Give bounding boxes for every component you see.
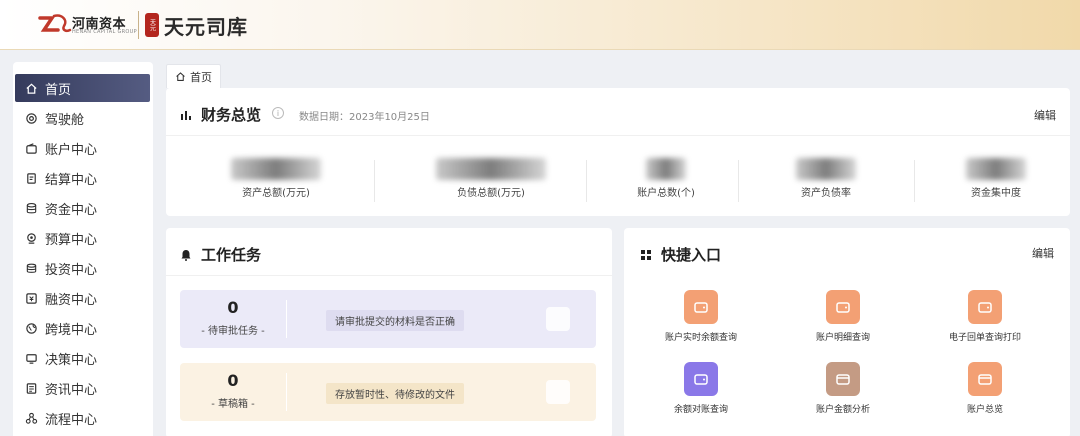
sidebar-item-label: 预算中心 [45, 232, 98, 248]
task-description: 请审批提交的材料是否正确 [326, 310, 464, 331]
sidebar-item-label: 融资中心 [45, 292, 98, 308]
wallet-icon [25, 142, 38, 155]
company-subtitle: HENAN CAPITAL GROUP [72, 29, 137, 35]
sidebar-item-decision[interactable]: 决策中心 [15, 344, 150, 372]
metric-total-assets: 资产总额(万元) [206, 158, 346, 199]
bar-chart-icon [181, 110, 191, 120]
location-icon [25, 232, 38, 245]
finance-icon [25, 292, 38, 305]
sidebar-item-news[interactable]: 资讯中心 [15, 374, 150, 402]
database-icon [25, 202, 38, 215]
card-icon [968, 362, 1002, 396]
quick-item-balance-reconciliation[interactable]: 余额对账查询 [631, 362, 771, 415]
card-icon [826, 362, 860, 396]
sidebar-item-funds[interactable]: 资金中心 [15, 194, 150, 222]
flow-icon [25, 412, 38, 425]
financial-overview-card: 财务总览 i 数据日期：2023年10月25日 编辑 资产总额(万元) 负债总额… [166, 88, 1070, 216]
quick-item-amount-analysis[interactable]: 账户金额分析 [773, 362, 913, 415]
home-icon [25, 82, 38, 95]
company-logo-icon [38, 14, 72, 33]
task-name: - 草稿箱 - [211, 399, 255, 410]
masked-value [646, 158, 686, 180]
divider [166, 135, 1070, 136]
wallet-icon [968, 290, 1002, 324]
sidebar-item-label: 流程中心 [45, 412, 98, 428]
metric-debt-ratio: 资产负债率 [776, 158, 876, 199]
sidebar-item-label: 资讯中心 [45, 382, 98, 398]
quick-item-realtime-balance[interactable]: 账户实时余额查询 [631, 290, 771, 343]
sidebar-item-label: 投资中心 [45, 262, 98, 278]
brand-name: 天元司库 [164, 15, 248, 39]
data-date: 数据日期：2023年10月25日 [299, 112, 430, 123]
tasks-title: 工作任务 [180, 244, 261, 265]
bell-icon [181, 249, 191, 261]
sidebar-item-home[interactable]: 首页 [15, 74, 150, 102]
metric-divider [374, 160, 375, 202]
sidebar-item-settlement[interactable]: 结算中心 [15, 164, 150, 192]
masked-value [436, 158, 546, 180]
sidebar-item-label: 跨境中心 [45, 322, 98, 338]
dashboard-icon [25, 112, 38, 125]
sidebar-item-label: 账户中心 [45, 142, 98, 158]
overview-title: 财务总览 [180, 104, 261, 125]
sidebar-item-financing[interactable]: 融资中心 [15, 284, 150, 312]
grid-icon [641, 249, 651, 260]
quick-item-account-detail[interactable]: 账户明细查询 [773, 290, 913, 343]
info-icon[interactable]: i [272, 107, 284, 119]
tab-home[interactable]: 首页 [166, 64, 221, 88]
wallet-icon [684, 290, 718, 324]
sidebar-item-budget[interactable]: 预算中心 [15, 224, 150, 252]
monitor-icon [25, 352, 38, 365]
quick-entry-card: 快捷入口 编辑 账户实时余额查询 账户明细查询 电子回单查询打印 余额对账查询 … [624, 228, 1070, 436]
metric-fund-concentration: 资金集中度 [946, 158, 1046, 199]
sidebar-item-investment[interactable]: 投资中心 [15, 254, 150, 282]
sidebar-item-label: 驾驶舱 [45, 112, 85, 128]
sidebar-item-crossborder[interactable]: 跨境中心 [15, 314, 150, 342]
sidebar-item-workflow[interactable]: 流程中心 [15, 404, 150, 432]
drafts-task[interactable]: 0 - 草稿箱 - 存放暂时性、待修改的文件 [180, 363, 596, 421]
pending-approval-task[interactable]: 0 - 待审批任务 - 请审批提交的材料是否正确 [180, 290, 596, 348]
folder-illustration-icon [546, 380, 570, 404]
wallet-icon [826, 290, 860, 324]
masked-value [966, 158, 1026, 180]
sidebar-item-accounts[interactable]: 账户中心 [15, 134, 150, 162]
quick-item-e-receipt[interactable]: 电子回单查询打印 [915, 290, 1055, 343]
wallet-icon [684, 362, 718, 396]
work-tasks-card: 工作任务 0 - 待审批任务 - 请审批提交的材料是否正确 0 - 草稿箱 - … [166, 228, 612, 436]
metric-divider [738, 160, 739, 202]
task-count: 0 [227, 371, 239, 390]
sidebar-item-label: 决策中心 [45, 352, 98, 368]
metric-account-count: 账户总数(个) [616, 158, 716, 199]
quick-title: 快捷入口 [640, 244, 721, 265]
coins-icon [25, 262, 38, 275]
home-icon [176, 72, 185, 81]
overview-edit-link[interactable]: 编辑 [1034, 107, 1056, 123]
tab-label: 首页 [190, 70, 212, 84]
metric-divider [586, 160, 587, 202]
news-icon [25, 382, 38, 395]
quick-edit-link[interactable]: 编辑 [1032, 245, 1054, 261]
document-illustration-icon [546, 307, 570, 331]
metric-divider [914, 160, 915, 202]
sidebar-item-label: 结算中心 [45, 172, 98, 188]
task-divider [286, 373, 287, 411]
task-divider [286, 300, 287, 338]
sidebar: 首页 驾驶舱 账户中心 结算中心 资金中心 预算中心 投资中心 融资中心 跨境中… [13, 62, 153, 436]
app-header: 河南资本 HENAN CAPITAL GROUP 天元 天元司库 [0, 0, 1080, 50]
sidebar-item-dashboard[interactable]: 驾驶舱 [15, 104, 150, 132]
task-count: 0 [227, 298, 239, 317]
globe-icon [25, 322, 38, 335]
task-name: - 待审批任务 - [201, 326, 265, 337]
sidebar-item-label: 资金中心 [45, 202, 98, 218]
metric-total-liabilities: 负债总额(万元) [421, 158, 561, 199]
sidebar-item-label: 首页 [45, 82, 72, 98]
header-divider [138, 11, 139, 39]
masked-value [231, 158, 321, 180]
divider [166, 275, 612, 276]
masked-value [796, 158, 856, 180]
task-description: 存放暂时性、待修改的文件 [326, 383, 464, 404]
document-icon [25, 172, 38, 185]
brand-seal: 天元 [145, 13, 159, 37]
quick-item-account-overview[interactable]: 账户总览 [915, 362, 1055, 415]
